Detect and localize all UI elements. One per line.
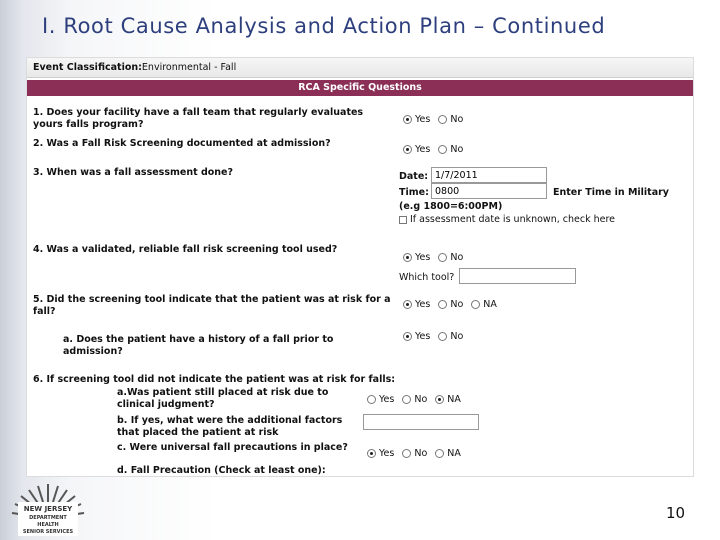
radio-empty-icon[interactable] <box>438 115 448 124</box>
unknown-date-checkbox[interactable] <box>399 215 407 224</box>
q6c-yes-option[interactable]: Yes <box>367 448 394 459</box>
q6a-answer-group: Yes No NA <box>367 394 466 405</box>
time-label: Time: <box>399 187 429 198</box>
slide-title: I. Root Cause Analysis and Action Plan –… <box>42 14 606 38</box>
question-5: 5. Did the screening tool indicate that … <box>33 294 391 317</box>
additional-factors-field[interactable] <box>363 414 479 430</box>
q1-yes-label: Yes <box>415 114 431 125</box>
q6c-yes-label: Yes <box>379 448 395 459</box>
question-6b: b. If yes, what were the additional fact… <box>117 415 343 438</box>
q6a-no-option[interactable]: No <box>402 394 427 405</box>
q2-answer-group: Yes No <box>403 144 468 155</box>
logo-line4: SENIOR SERVICES <box>23 529 74 535</box>
unknown-date-label: If assessment date is unknown, check her… <box>410 214 615 225</box>
logo-line1: NEW JERSEY <box>24 505 73 513</box>
radio-selected-icon[interactable] <box>403 253 412 262</box>
section-header: RCA Specific Questions <box>27 80 693 96</box>
q1-no-label: No <box>450 114 464 125</box>
q2-no-option[interactable]: No <box>438 144 463 155</box>
question-5a: a. Does the patient have a history of a … <box>63 334 334 357</box>
logo-line2: DEPARTMENT <box>29 515 67 521</box>
which-tool-label: Which tool? <box>399 272 455 283</box>
q5a-yes-option[interactable]: Yes <box>403 331 430 342</box>
q4-yes-option[interactable]: Yes <box>403 252 430 263</box>
q5a-no-option[interactable]: No <box>438 331 463 342</box>
q2-yes-label: Yes <box>415 144 431 155</box>
sunburst-logo-icon: NEW JERSEY DEPARTMENT HEALTH SENIOR SERV… <box>11 484 85 536</box>
q2-no-label: No <box>450 144 464 155</box>
q5-na-option[interactable]: NA <box>471 299 497 310</box>
date-label: Date: <box>399 171 429 182</box>
which-tool-field[interactable] <box>459 268 576 284</box>
q6c-answer-group: Yes No NA <box>367 448 466 459</box>
radio-empty-icon[interactable] <box>402 449 412 458</box>
radio-selected-icon[interactable] <box>403 115 412 124</box>
radio-selected-icon[interactable] <box>435 395 445 404</box>
question-6c: c. Were universal fall precautions in pl… <box>117 442 348 453</box>
q4-no-option[interactable]: No <box>438 252 463 263</box>
q6c-no-option[interactable]: No <box>402 448 427 459</box>
q5a-answer-group: Yes No <box>403 331 468 342</box>
q6a-no-label: No <box>414 394 428 405</box>
q6c-no-label: No <box>414 448 428 459</box>
radio-selected-icon[interactable] <box>403 332 412 341</box>
q5-no-label: No <box>450 299 464 310</box>
question-6: 6. If screening tool did not indicate th… <box>33 374 396 385</box>
question-3: 3. When was a fall assessment done? <box>33 167 233 178</box>
event-classification-bar: Event Classification:Environmental - Fal… <box>27 58 693 78</box>
q5a-yes-label: Yes <box>415 331 431 342</box>
q6c-na-option[interactable]: NA <box>435 448 461 459</box>
q5-answer-group: Yes No NA <box>403 299 502 310</box>
radio-empty-icon[interactable] <box>402 395 412 404</box>
q5a-no-label: No <box>450 331 464 342</box>
q6c-na-label: NA <box>447 448 461 459</box>
q1-no-option[interactable]: No <box>438 114 463 125</box>
time-field[interactable] <box>431 183 547 199</box>
q6a-yes-option[interactable]: Yes <box>367 394 394 405</box>
question-6d: d. Fall Precaution (Check at least one): <box>117 465 326 476</box>
radio-selected-icon[interactable] <box>367 449 376 458</box>
q5-no-option[interactable]: No <box>438 299 463 310</box>
radio-empty-icon[interactable] <box>438 300 448 309</box>
radio-empty-icon[interactable] <box>367 395 376 404</box>
nj-health-logo: NEW JERSEY DEPARTMENT HEALTH SENIOR SERV… <box>4 478 92 538</box>
q2-yes-option[interactable]: Yes <box>403 144 430 155</box>
rca-form-screenshot: Event Classification:Environmental - Fal… <box>26 57 694 477</box>
q4-yes-label: Yes <box>415 252 431 263</box>
q1-yes-option[interactable]: Yes <box>403 114 430 125</box>
q5-yes-option[interactable]: Yes <box>403 299 430 310</box>
question-4: 4. Was a validated, reliable fall risk s… <box>33 244 338 255</box>
logo-line3: HEALTH <box>37 522 58 528</box>
q1-answer-group: Yes No <box>403 114 468 125</box>
q6a-yes-label: Yes <box>379 394 395 405</box>
date-field[interactable] <box>431 167 547 183</box>
unknown-date-row: If assessment date is unknown, check her… <box>399 214 615 225</box>
event-classification-value: Environmental - Fall <box>141 62 237 73</box>
radio-selected-icon[interactable] <box>403 145 412 154</box>
time-note: Enter Time in Military <box>553 187 669 198</box>
radio-empty-icon[interactable] <box>438 145 448 154</box>
q5-yes-label: Yes <box>415 299 431 310</box>
question-2: 2. Was a Fall Risk Screening documented … <box>33 138 331 149</box>
radio-empty-icon[interactable] <box>435 449 445 458</box>
event-classification-label: Event Classification: <box>33 62 142 73</box>
q6a-na-label: NA <box>447 394 461 405</box>
radio-empty-icon[interactable] <box>438 253 448 262</box>
time-example: (e.g 1800=6:00PM) <box>399 201 503 212</box>
q5-na-label: NA <box>483 299 497 310</box>
question-1: 1. Does your facility have a fall team t… <box>33 107 364 130</box>
q6a-na-option[interactable]: NA <box>435 394 461 405</box>
page-number: 10 <box>666 504 686 522</box>
question-6a: a.Was patient still placed at risk due t… <box>117 387 329 410</box>
radio-empty-icon[interactable] <box>471 300 481 309</box>
radio-selected-icon[interactable] <box>403 300 412 309</box>
radio-empty-icon[interactable] <box>438 332 448 341</box>
q4-no-label: No <box>450 252 464 263</box>
q4-answer-group: Yes No <box>403 252 468 263</box>
